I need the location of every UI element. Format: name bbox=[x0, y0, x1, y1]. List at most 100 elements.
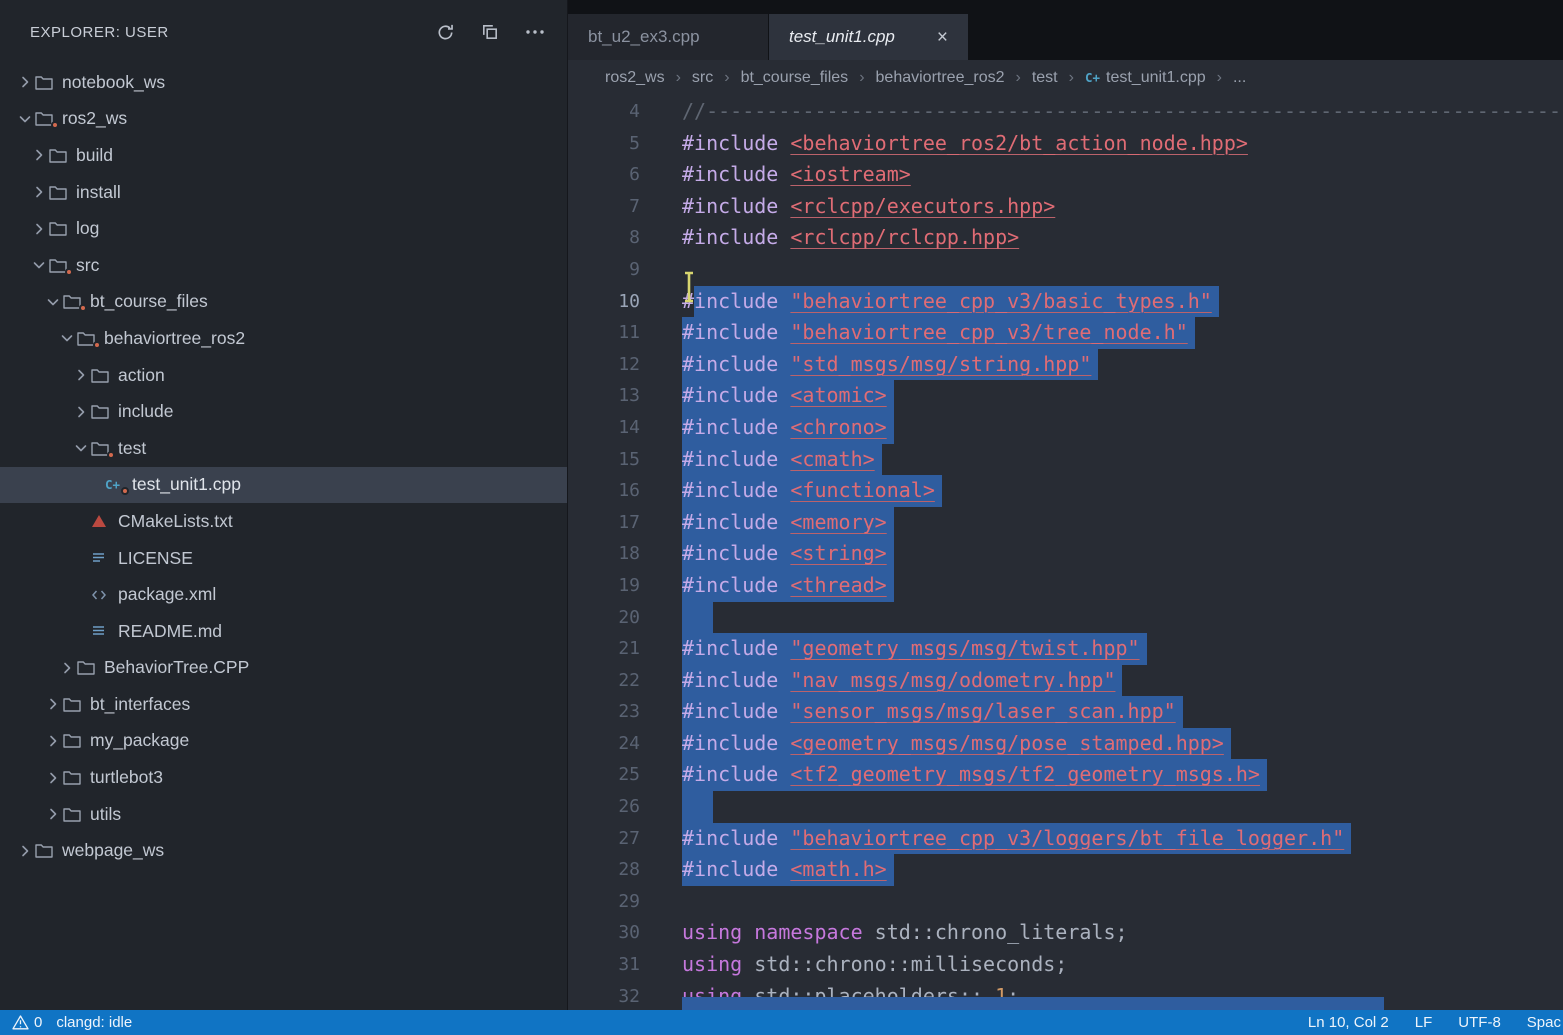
code-line-5[interactable]: 5#include <behaviortree_ros2/bt_action_n… bbox=[568, 128, 1563, 160]
breadcrumb-item-test-unit1-cpp[interactable]: C+test_unit1.cpp bbox=[1085, 69, 1206, 87]
code-line-11[interactable]: 11#include "behaviortree_cpp_v3/tree_nod… bbox=[568, 317, 1563, 349]
tree-item-include[interactable]: include bbox=[0, 393, 567, 430]
tree-item-notebook-ws[interactable]: notebook_ws bbox=[0, 64, 567, 101]
code-token: #include bbox=[682, 633, 790, 665]
tab-bt-u2-ex3-cpp[interactable]: bt_u2_ex3.cpp bbox=[568, 14, 769, 60]
clangd-status[interactable]: clangd: idle bbox=[56, 1014, 132, 1031]
chevron-right-icon bbox=[70, 367, 91, 384]
collapse-folders-icon[interactable] bbox=[481, 23, 499, 41]
tree-item-label: bt_interfaces bbox=[90, 694, 190, 715]
folder-icon bbox=[91, 368, 118, 383]
code-line-25[interactable]: 25#include <tf2_geometry_msgs/tf2_geomet… bbox=[568, 759, 1563, 791]
code-line-28[interactable]: 28#include <math.h> bbox=[568, 854, 1563, 886]
folder-icon bbox=[77, 660, 104, 675]
line-number: 24 bbox=[568, 728, 640, 760]
breadcrumb-item-test[interactable]: test bbox=[1032, 69, 1058, 87]
breadcrumb-separator: › bbox=[1069, 69, 1074, 87]
encoding-indicator[interactable]: UTF-8 bbox=[1458, 1014, 1501, 1031]
code-line-29[interactable]: 29 bbox=[568, 886, 1563, 918]
code-line-21[interactable]: 21#include "geometry_msgs/msg/twist.hpp" bbox=[568, 633, 1563, 665]
code-editor[interactable]: 4//-------------------------------------… bbox=[568, 96, 1563, 1010]
code-token: using bbox=[682, 917, 742, 949]
breadcrumb-item-ros2-ws[interactable]: ros2_ws bbox=[605, 69, 665, 87]
code-line-15[interactable]: 15#include <cmath> bbox=[568, 444, 1563, 476]
chevron-right-icon bbox=[56, 659, 77, 676]
tree-item-behaviortree-cpp[interactable]: BehaviorTree.CPP bbox=[0, 650, 567, 687]
breadcrumb-item-label: behaviortree_ros2 bbox=[876, 69, 1005, 87]
code-line-13[interactable]: 13#include <atomic> bbox=[568, 380, 1563, 412]
code-line-content: //--------------------------------------… bbox=[640, 96, 1563, 128]
code-line-22[interactable]: 22#include "nav_msgs/msg/odometry.hpp" bbox=[568, 665, 1563, 697]
folder-icon bbox=[63, 733, 90, 748]
tree-item-log[interactable]: log bbox=[0, 210, 567, 247]
eol-indicator[interactable]: LF bbox=[1415, 1014, 1433, 1031]
tree-item-action[interactable]: action bbox=[0, 357, 567, 394]
code-line-10[interactable]: 10#include "behaviortree_cpp_v3/basic_ty… bbox=[568, 286, 1563, 318]
breadcrumb-item--[interactable]: ... bbox=[1233, 69, 1246, 87]
tree-item-src[interactable]: src bbox=[0, 247, 567, 284]
breadcrumb-item-behaviortree-ros2[interactable]: behaviortree_ros2 bbox=[876, 69, 1005, 87]
more-actions-icon[interactable] bbox=[525, 29, 545, 35]
code-line-26[interactable]: 26 bbox=[568, 791, 1563, 823]
cursor-position[interactable]: Ln 10, Col 2 bbox=[1308, 1014, 1389, 1031]
code-token: <atomic> bbox=[790, 380, 886, 412]
line-number: 9 bbox=[568, 254, 640, 286]
close-icon[interactable]: × bbox=[937, 28, 948, 47]
code-line-12[interactable]: 12#include "std_msgs/msg/string.hpp" bbox=[568, 349, 1563, 381]
breadcrumb-item-src[interactable]: src bbox=[692, 69, 713, 87]
folder-icon bbox=[63, 770, 90, 785]
tab-test-unit1-cpp[interactable]: test_unit1.cpp × bbox=[769, 14, 969, 60]
code-token: //--------------------------------------… bbox=[682, 96, 1563, 128]
code-line-31[interactable]: 31using std::chrono::milliseconds; bbox=[568, 949, 1563, 981]
tree-item-test[interactable]: test bbox=[0, 430, 567, 467]
tree-item-webpage-ws[interactable]: webpage_ws bbox=[0, 832, 567, 869]
code-line-17[interactable]: 17#include <memory> bbox=[568, 507, 1563, 539]
tree-item-bt-course-files[interactable]: bt_course_files bbox=[0, 284, 567, 321]
tree-item-cmakelists-txt[interactable]: CMakeLists.txt bbox=[0, 503, 567, 540]
tree-item-package-xml[interactable]: package.xml bbox=[0, 576, 567, 613]
code-token: <chrono> bbox=[790, 412, 886, 444]
warnings-indicator[interactable]: 0 bbox=[12, 1014, 42, 1031]
tree-item-readme-md[interactable]: README.md bbox=[0, 613, 567, 650]
code-line-7[interactable]: 7#include <rclcpp/executors.hpp> bbox=[568, 191, 1563, 223]
tree-item-ros2-ws[interactable]: ros2_ws bbox=[0, 101, 567, 138]
code-token: <thread> bbox=[790, 570, 886, 602]
tree-item-turtlebot3[interactable]: turtlebot3 bbox=[0, 759, 567, 796]
code-token: #include bbox=[682, 570, 790, 602]
folder-icon bbox=[63, 807, 90, 822]
tree-item-behaviortree-ros2[interactable]: behaviortree_ros2 bbox=[0, 320, 567, 357]
tree-item-my-package[interactable]: my_package bbox=[0, 723, 567, 760]
code-line-14[interactable]: 14#include <chrono> bbox=[568, 412, 1563, 444]
code-token: "geometry_msgs/msg/twist.hpp" bbox=[790, 633, 1139, 665]
code-line-6[interactable]: 6#include <iostream> bbox=[568, 159, 1563, 191]
line-number: 8 bbox=[568, 222, 640, 254]
tree-item-bt-interfaces[interactable]: bt_interfaces bbox=[0, 686, 567, 723]
tree-item-build[interactable]: build bbox=[0, 137, 567, 174]
code-line-23[interactable]: 23#include "sensor_msgs/msg/laser_scan.h… bbox=[568, 696, 1563, 728]
tree-item-license[interactable]: LICENSE bbox=[0, 540, 567, 577]
code-line-4[interactable]: 4//-------------------------------------… bbox=[568, 96, 1563, 128]
code-line-9[interactable]: 9 bbox=[568, 254, 1563, 286]
code-line-20[interactable]: 20 bbox=[568, 602, 1563, 634]
line-number: 5 bbox=[568, 128, 640, 160]
refresh-explorer-icon[interactable] bbox=[436, 23, 455, 42]
line-number: 11 bbox=[568, 317, 640, 349]
code-line-8[interactable]: 8#include <rclcpp/rclcpp.hpp> bbox=[568, 222, 1563, 254]
tree-item-install[interactable]: install bbox=[0, 174, 567, 211]
tree-item-test-unit1-cpp[interactable]: C+test_unit1.cpp bbox=[0, 467, 567, 504]
breadcrumb-separator: › bbox=[1217, 69, 1222, 87]
code-line-16[interactable]: 16#include <functional> bbox=[568, 475, 1563, 507]
tree-item-label: install bbox=[76, 182, 121, 203]
breadcrumb-separator: › bbox=[676, 69, 681, 87]
chevron-right-icon bbox=[28, 184, 49, 201]
code-line-18[interactable]: 18#include <string> bbox=[568, 538, 1563, 570]
code-line-24[interactable]: 24#include <geometry_msgs/msg/pose_stamp… bbox=[568, 728, 1563, 760]
status-bar-right: Ln 10, Col 2 LF UTF-8 Spac bbox=[1308, 1014, 1563, 1031]
breadcrumb-item-bt-course-files[interactable]: bt_course_files bbox=[741, 69, 849, 87]
tree-item-utils[interactable]: utils bbox=[0, 796, 567, 833]
indentation-indicator[interactable]: Spac bbox=[1527, 1014, 1561, 1031]
code-line-30[interactable]: 30using namespace std::chrono_literals; bbox=[568, 917, 1563, 949]
code-line-27[interactable]: 27#include "behaviortree_cpp_v3/loggers/… bbox=[568, 823, 1563, 855]
code-token: <math.h> bbox=[790, 854, 886, 886]
code-line-19[interactable]: 19#include <thread> bbox=[568, 570, 1563, 602]
